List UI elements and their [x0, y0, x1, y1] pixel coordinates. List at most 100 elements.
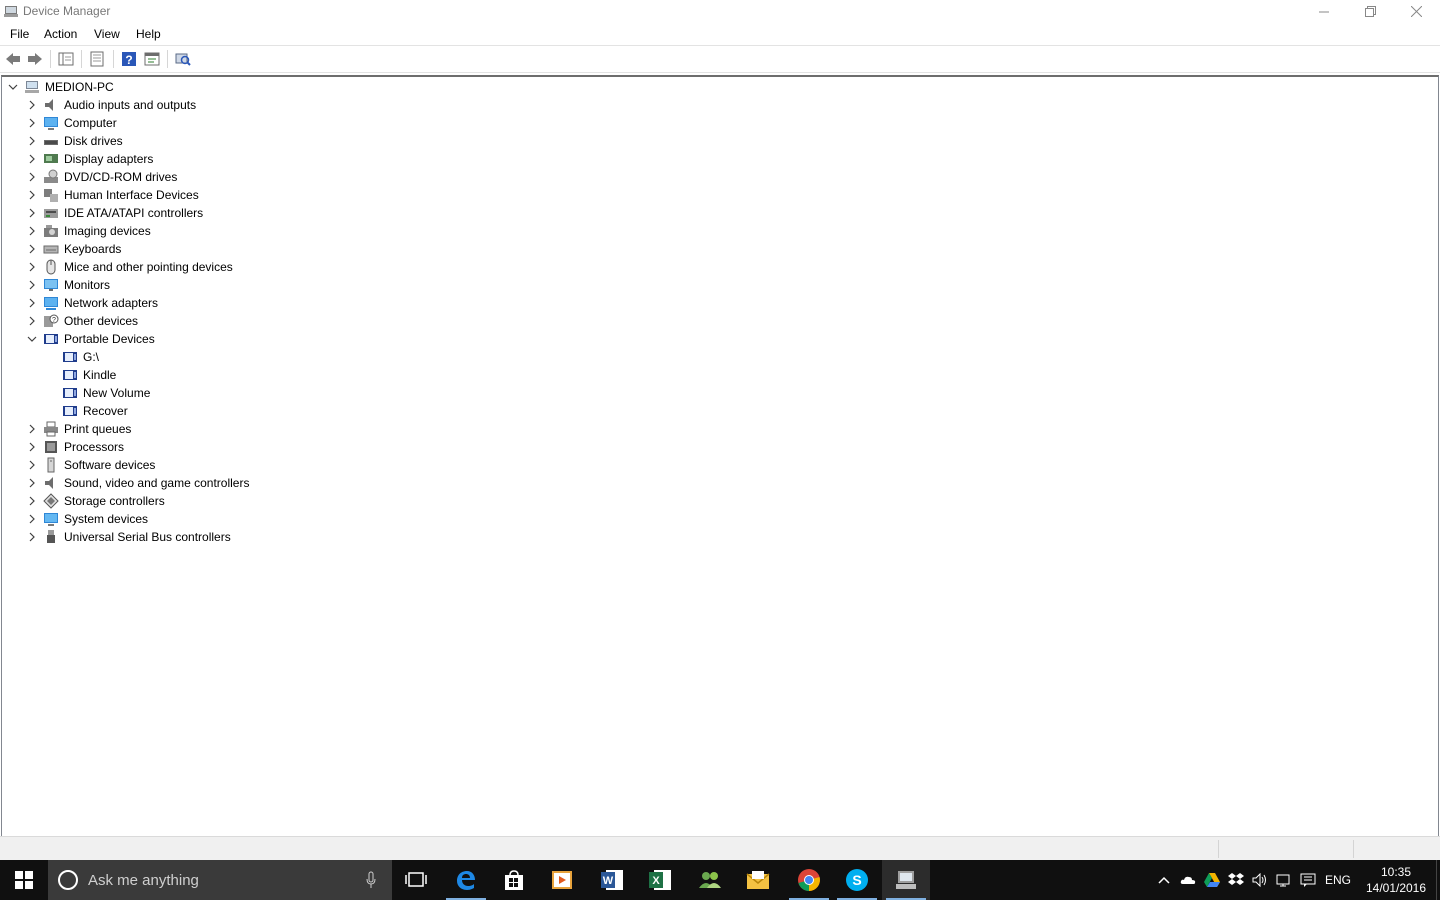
- tree-category-system-devices[interactable]: System devices: [2, 510, 602, 528]
- tree-device-item[interactable]: Recover: [2, 402, 602, 420]
- chevron-right-icon[interactable]: [27, 424, 37, 434]
- help-icon[interactable]: ?: [121, 51, 137, 67]
- chevron-right-icon[interactable]: [27, 136, 37, 146]
- chevron-right-icon[interactable]: [27, 208, 37, 218]
- tree-expander[interactable]: [27, 244, 37, 254]
- update-driver-icon[interactable]: [144, 51, 160, 67]
- tree-root-computer[interactable]: MEDION-PC: [2, 78, 602, 96]
- word-app[interactable]: W: [588, 860, 636, 900]
- chevron-right-icon[interactable]: [27, 172, 37, 182]
- tree-expander[interactable]: [27, 334, 37, 344]
- tree-expander[interactable]: [27, 478, 37, 488]
- tree-expander[interactable]: [27, 514, 37, 524]
- chevron-right-icon[interactable]: [27, 190, 37, 200]
- dropbox-tray[interactable]: [1228, 872, 1244, 888]
- mail-app[interactable]: [734, 860, 782, 900]
- chevron-right-icon[interactable]: [27, 280, 37, 290]
- menu-action[interactable]: Action: [44, 27, 77, 41]
- people-app[interactable]: [686, 860, 734, 900]
- skype-app[interactable]: S: [833, 860, 881, 900]
- volume-tray[interactable]: [1252, 872, 1268, 888]
- tree-category-computer[interactable]: Computer: [2, 114, 602, 132]
- tree-expander[interactable]: [27, 442, 37, 452]
- tree-expander[interactable]: [27, 496, 37, 506]
- tree-category-network-adapters[interactable]: Network adapters: [2, 294, 602, 312]
- chevron-right-icon[interactable]: [27, 316, 37, 326]
- tree-expander[interactable]: [27, 226, 37, 236]
- edge-app[interactable]: [442, 860, 490, 900]
- chrome-app[interactable]: [785, 860, 833, 900]
- back-icon[interactable]: [5, 51, 21, 67]
- tree-category-mice-and-other-pointing-devices[interactable]: Mice and other pointing devices: [2, 258, 602, 276]
- chevron-right-icon[interactable]: [27, 298, 37, 308]
- menu-view[interactable]: View: [94, 27, 120, 41]
- chevron-down-icon[interactable]: [27, 334, 37, 344]
- menu-help[interactable]: Help: [136, 27, 161, 41]
- store-app[interactable]: [490, 860, 538, 900]
- action-center-tray[interactable]: [1300, 872, 1316, 888]
- tree-category-software-devices[interactable]: Software devices: [2, 456, 602, 474]
- tree-category-storage-controllers[interactable]: Storage controllers: [2, 492, 602, 510]
- tree-category-sound-video-and-game-controllers[interactable]: Sound, video and game controllers: [2, 474, 602, 492]
- tree-expander[interactable]: [27, 460, 37, 470]
- tree-expander[interactable]: [27, 154, 37, 164]
- tree-category-ide-ata-atapi-controllers[interactable]: IDE ATA/ATAPI controllers: [2, 204, 602, 222]
- tree-category-print-queues[interactable]: Print queues: [2, 420, 602, 438]
- onedrive-tray[interactable]: [1180, 872, 1196, 888]
- tree-category-imaging-devices[interactable]: Imaging devices: [2, 222, 602, 240]
- input-language[interactable]: ENG: [1325, 873, 1351, 887]
- cortana-search-box[interactable]: Ask me anything: [48, 860, 392, 900]
- tree-expander[interactable]: [27, 280, 37, 290]
- tree-expander[interactable]: [27, 316, 37, 326]
- tree-expander[interactable]: [27, 100, 37, 110]
- properties-icon[interactable]: [89, 51, 105, 67]
- tree-device-item[interactable]: New Volume: [2, 384, 602, 402]
- chevron-right-icon[interactable]: [27, 514, 37, 524]
- tree-expander[interactable]: [27, 424, 37, 434]
- tree-category-portable-devices[interactable]: Portable Devices: [2, 330, 602, 348]
- tree-expander[interactable]: [27, 136, 37, 146]
- tree-expander[interactable]: [27, 118, 37, 128]
- chevron-right-icon[interactable]: [27, 226, 37, 236]
- menu-file[interactable]: File: [10, 27, 29, 41]
- tree-category-dvd-cd-rom-drives[interactable]: DVD/CD-ROM drives: [2, 168, 602, 186]
- tree-expander[interactable]: [27, 208, 37, 218]
- tree-category-monitors[interactable]: Monitors: [2, 276, 602, 294]
- tree-category-other-devices[interactable]: ? Other devices: [2, 312, 602, 330]
- show-hide-console-tree-icon[interactable]: [58, 51, 74, 67]
- media-app[interactable]: [538, 860, 586, 900]
- tree-expander[interactable]: [27, 190, 37, 200]
- forward-icon[interactable]: [27, 51, 43, 67]
- network-tray[interactable]: [1276, 872, 1292, 888]
- device-manager-app[interactable]: [882, 860, 930, 900]
- tree-category-human-interface-devices[interactable]: Human Interface Devices: [2, 186, 602, 204]
- tree-expander[interactable]: [27, 532, 37, 542]
- chevron-right-icon[interactable]: [27, 262, 37, 272]
- tree-expander[interactable]: [27, 262, 37, 272]
- scan-hardware-icon[interactable]: [175, 51, 191, 67]
- chevron-right-icon[interactable]: [27, 496, 37, 506]
- chevron-down-icon[interactable]: [8, 82, 18, 92]
- chevron-right-icon[interactable]: [27, 478, 37, 488]
- tree-device-item[interactable]: G:\: [2, 348, 602, 366]
- clock[interactable]: 10:35 14/01/2016: [1360, 864, 1432, 896]
- tree-category-disk-drives[interactable]: Disk drives: [2, 132, 602, 150]
- tree-expander[interactable]: [27, 298, 37, 308]
- tree-expander[interactable]: [27, 172, 37, 182]
- chevron-right-icon[interactable]: [27, 532, 37, 542]
- task-view-button[interactable]: [392, 860, 440, 900]
- restore-button[interactable]: [1347, 0, 1393, 23]
- tree-expander[interactable]: [8, 82, 18, 92]
- chevron-right-icon[interactable]: [27, 118, 37, 128]
- tree-category-audio-inputs-and-outputs[interactable]: Audio inputs and outputs: [2, 96, 602, 114]
- chevron-right-icon[interactable]: [27, 154, 37, 164]
- chevron-right-icon[interactable]: [27, 244, 37, 254]
- excel-app[interactable]: X: [636, 860, 684, 900]
- minimize-button[interactable]: [1301, 0, 1347, 23]
- chevron-right-icon[interactable]: [27, 100, 37, 110]
- show-hidden-icons-button[interactable]: [1156, 872, 1172, 888]
- tree-category-keyboards[interactable]: Keyboards: [2, 240, 602, 258]
- microphone-icon[interactable]: [366, 871, 376, 889]
- start-button[interactable]: [0, 860, 48, 900]
- close-button[interactable]: [1393, 0, 1439, 23]
